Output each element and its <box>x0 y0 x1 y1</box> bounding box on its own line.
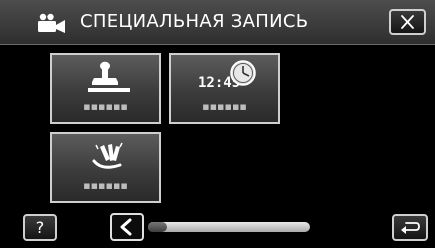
time-stamp-icon: 12:45 <box>198 60 256 91</box>
previous-page-button[interactable] <box>110 213 144 241</box>
animation-effect-icon <box>92 142 123 169</box>
tile-stamp[interactable]: ▪▪▪▪▪▪ <box>50 53 161 124</box>
chevron-left-icon <box>120 218 132 236</box>
page-scrollbar[interactable] <box>148 222 310 232</box>
back-button[interactable] <box>392 214 428 241</box>
close-icon <box>401 15 414 29</box>
tile-label: ▪▪▪▪▪▪ <box>83 100 128 113</box>
tile-label: ▪▪▪▪▪▪ <box>202 100 247 113</box>
help-button[interactable]: ? <box>23 214 57 241</box>
movie-camera-icon <box>38 13 65 33</box>
close-button[interactable] <box>389 9 426 35</box>
stamp-icon <box>88 61 130 92</box>
tile-label: ▪▪▪▪▪▪ <box>83 179 128 192</box>
page-title: СПЕЦИАЛЬНАЯ ЗАПИСЬ <box>80 11 309 32</box>
tile-animation-effect[interactable]: ▪▪▪▪▪▪ <box>50 132 161 203</box>
scrollbar-thumb[interactable] <box>148 222 168 232</box>
tile-date-time-stamp[interactable]: 12:45 ▪▪▪▪▪▪ <box>169 53 280 124</box>
special-recording-screen: СПЕЦИАЛЬНАЯ ЗАПИСЬ ▪▪▪▪▪▪ 12:45 ▪▪▪▪▪▪ ▪… <box>0 0 435 248</box>
return-icon <box>401 222 420 234</box>
header-bar: СПЕЦИАЛЬНАЯ ЗАПИСЬ <box>0 0 435 45</box>
